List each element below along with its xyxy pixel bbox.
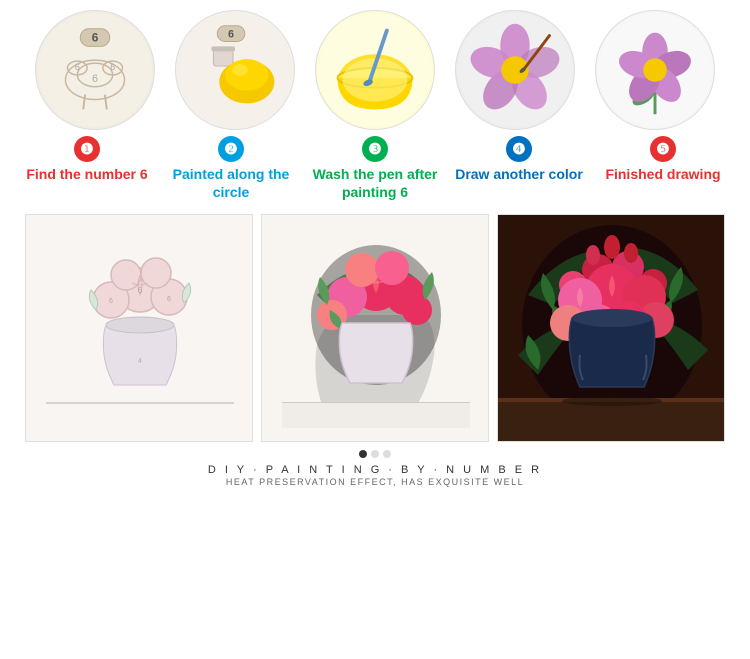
instructions-section: 6 6 6 6 [0, 0, 750, 206]
step-4-label: Draw another color [455, 165, 583, 183]
circle-2: 6 [175, 10, 295, 130]
svg-text:6: 6 [110, 62, 115, 72]
svg-text:6: 6 [75, 62, 80, 72]
svg-text:6: 6 [92, 30, 99, 44]
footer-main: D I Y · P A I N T I N G · B Y · N U M B … [208, 464, 542, 476]
svg-text:4: 4 [138, 358, 142, 365]
step-5-number: ❺ [650, 136, 676, 162]
footer-dots [359, 450, 391, 458]
step-1: ❶ Find the number 6 [22, 136, 152, 183]
step-4-number: ❹ [506, 136, 532, 162]
paintings-row: 6 6 6 4 [25, 214, 725, 442]
painting-outline: 6 6 6 4 [25, 214, 253, 442]
circle-3 [315, 10, 435, 130]
step-3-label: Wash the pen after painting 6 [310, 165, 440, 201]
painting-partial [261, 214, 489, 442]
circle-1: 6 6 6 6 [35, 10, 155, 130]
step-5-label: Finished drawing [605, 165, 720, 183]
step-2: ❷ Painted along the circle [166, 136, 296, 201]
step-3-number: ❸ [362, 136, 388, 162]
step-2-label: Painted along the circle [166, 165, 296, 201]
step-5: ❺ Finished drawing [598, 136, 728, 183]
circles-row: 6 6 6 6 [5, 10, 745, 130]
circle-5 [595, 10, 715, 130]
images-section: 6 6 6 4 [0, 206, 750, 492]
svg-text:6: 6 [228, 29, 234, 41]
svg-text:6: 6 [109, 298, 113, 305]
svg-text:6: 6 [167, 296, 171, 303]
circle-4 [455, 10, 575, 130]
step-1-number: ❶ [74, 136, 100, 162]
svg-text:6: 6 [92, 73, 98, 85]
painting-finished [497, 214, 725, 442]
step-2-number: ❷ [218, 136, 244, 162]
step-1-label: Find the number 6 [26, 165, 147, 183]
step-3: ❸ Wash the pen after painting 6 [310, 136, 440, 201]
steps-row: ❶ Find the number 6 ❷ Painted along the … [5, 136, 745, 201]
step-4: ❹ Draw another color [454, 136, 584, 183]
footer-sub: HEAT PRESERVATION EFFECT, HAS EXQUISITE … [226, 477, 524, 487]
svg-text:6: 6 [138, 286, 143, 295]
